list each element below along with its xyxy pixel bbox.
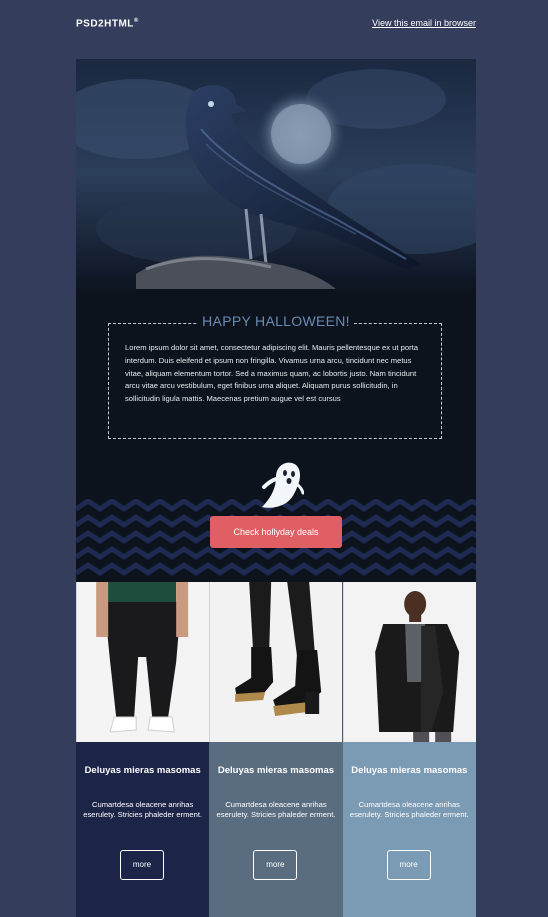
email-topbar: PSD2HTML® View this email in browser bbox=[76, 18, 476, 34]
product-title: Deluyas mieras masomas bbox=[217, 765, 335, 776]
product-description: Cumartdesa oleacene anrihas eserulety. S… bbox=[349, 800, 469, 819]
greeting-title-text: HAPPY HALLOWEEN! bbox=[198, 313, 354, 329]
product-card: Deluyas mieras masomas Cumartdesa oleace… bbox=[209, 582, 343, 917]
logo[interactable]: PSD2HTML® bbox=[76, 18, 139, 29]
greeting-title: HAPPY HALLOWEEN! bbox=[76, 313, 476, 329]
greeting-body-text: Lorem ipsum dolor sit amet, consectetur … bbox=[125, 343, 418, 404]
ghost-icon bbox=[262, 462, 304, 508]
product-card: Deluyas mieras masomas Cumartdesa oleace… bbox=[342, 582, 476, 917]
black-leather-boots-image[interactable] bbox=[209, 582, 343, 742]
logo-text: PSD2HTML bbox=[76, 18, 134, 30]
registered-mark: ® bbox=[133, 18, 139, 24]
man-black-joggers-white-sneakers-image[interactable] bbox=[76, 582, 210, 742]
product-title: Deluyas mieras masomas bbox=[84, 765, 201, 776]
more-button[interactable]: more bbox=[253, 850, 298, 880]
product-grid: Deluyas mieras masomas Cumartdesa oleace… bbox=[76, 582, 476, 917]
product-body: Deluyas mieras masomas Cumartdesa oleace… bbox=[209, 742, 343, 917]
product-body: Deluyas mieras masomas Cumartdesa oleace… bbox=[342, 742, 476, 917]
view-in-browser-link[interactable]: View this email in browser bbox=[372, 18, 476, 28]
product-description: Cumartdesa oleacene anrihas eserulety. S… bbox=[216, 800, 336, 819]
raven-illustration bbox=[76, 59, 476, 289]
more-button[interactable]: more bbox=[120, 850, 164, 880]
more-button[interactable]: more bbox=[386, 850, 431, 880]
man-black-leather-coat-image[interactable] bbox=[342, 582, 476, 742]
product-description: Cumartdesa oleacene anrihas eserulety. S… bbox=[83, 800, 203, 819]
hero-image bbox=[76, 59, 476, 289]
check-deals-button[interactable]: Check hollyday deals bbox=[210, 516, 342, 548]
product-card: Deluyas mieras masomas Cumartdesa oleace… bbox=[76, 582, 210, 917]
halloween-greeting-section: HAPPY HALLOWEEN! Lorem ipsum dolor sit a… bbox=[76, 289, 476, 582]
product-body: Deluyas mieras masomas Cumartdesa oleace… bbox=[76, 742, 210, 917]
product-title: Deluyas mieras masomas bbox=[351, 765, 468, 776]
